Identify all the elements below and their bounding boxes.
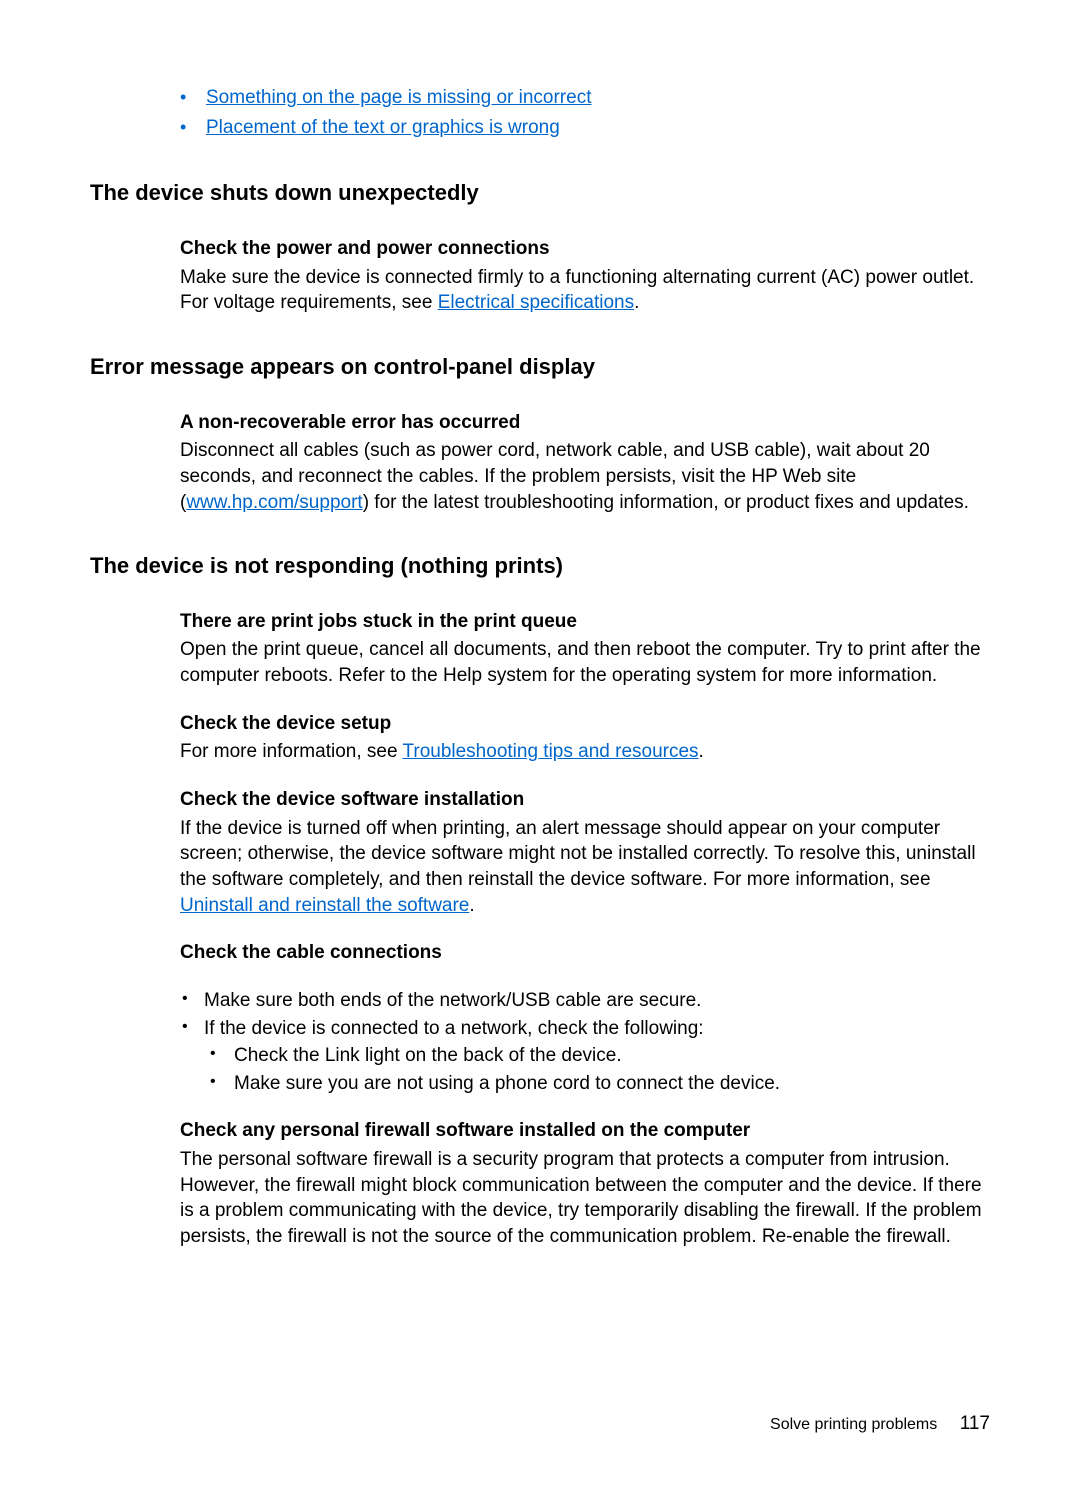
link-placement-wrong[interactable]: Placement of the text or graphics is wro…	[206, 117, 560, 138]
section-not-responding: The device is not responding (nothing pr…	[90, 551, 990, 1250]
text-fragment: .	[699, 741, 704, 762]
text-fragment: For more information, see	[180, 741, 402, 762]
link-uninstall-reinstall[interactable]: Uninstall and reinstall the software	[180, 895, 469, 916]
link-hp-support[interactable]: www.hp.com/support	[186, 492, 362, 513]
list-item: Check the Link light on the back of the …	[204, 1043, 990, 1069]
text-fragment: If the device is connected to a network,…	[204, 1018, 704, 1039]
subsection-title: Check the device software installation	[180, 787, 990, 813]
list-item: If the device is connected to a network,…	[178, 1016, 990, 1097]
list-item: Make sure both ends of the network/USB c…	[178, 988, 990, 1014]
cable-bullet-list: Make sure both ends of the network/USB c…	[178, 988, 990, 1097]
subsection-title: Check any personal firewall software ins…	[180, 1118, 990, 1144]
list-item: Make sure you are not using a phone cord…	[204, 1071, 990, 1097]
text-fragment: ) for the latest troubleshooting informa…	[363, 492, 969, 513]
body-text: If the device is turned off when printin…	[180, 816, 990, 919]
text-fragment: .	[469, 895, 474, 916]
body-text: For more information, see Troubleshootin…	[180, 739, 990, 765]
text-fragment: If the device is turned off when printin…	[180, 818, 976, 890]
section-title: Error message appears on control-panel d…	[90, 352, 990, 382]
subsection-title: There are print jobs stuck in the print …	[180, 609, 990, 635]
footer-section-name: Solve printing problems	[770, 1416, 937, 1433]
link-missing-incorrect[interactable]: Something on the page is missing or inco…	[206, 87, 591, 108]
list-item: Placement of the text or graphics is wro…	[180, 115, 990, 141]
subsection-title: Check the device setup	[180, 711, 990, 737]
link-troubleshooting-tips[interactable]: Troubleshooting tips and resources	[402, 741, 698, 762]
body-text: Disconnect all cables (such as power cor…	[180, 438, 990, 515]
subsection-title: A non-recoverable error has occurred	[180, 410, 990, 436]
section-shuts-down: The device shuts down unexpectedly Check…	[90, 178, 990, 316]
section-error-message: Error message appears on control-panel d…	[90, 352, 990, 515]
section-title: The device is not responding (nothing pr…	[90, 551, 990, 581]
body-text: The personal software firewall is a secu…	[180, 1147, 990, 1250]
body-text: Make sure the device is connected firmly…	[180, 265, 990, 316]
page-number: 117	[960, 1413, 990, 1434]
subsection-title: Check the power and power connections	[180, 236, 990, 262]
text-fragment: .	[634, 292, 639, 313]
nested-list: Check the Link light on the back of the …	[204, 1043, 990, 1096]
section-title: The device shuts down unexpectedly	[90, 178, 990, 208]
body-text: Open the print queue, cancel all documen…	[180, 637, 990, 688]
page-footer: Solve printing problems 117	[770, 1411, 990, 1437]
subsection-title: Check the cable connections	[180, 940, 990, 966]
list-item: Something on the page is missing or inco…	[180, 85, 990, 111]
link-electrical-specs[interactable]: Electrical specifications	[438, 292, 634, 313]
top-link-list: Something on the page is missing or inco…	[180, 85, 990, 140]
